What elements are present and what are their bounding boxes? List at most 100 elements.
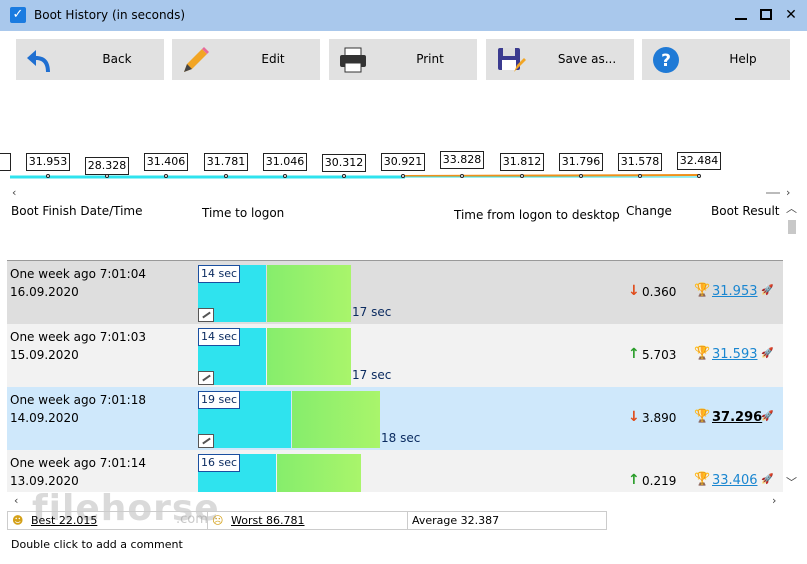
print-label: Print <box>416 52 444 66</box>
column-header-desktop[interactable]: Time from logon to desktop <box>454 208 620 222</box>
help-label: Help <box>729 52 757 66</box>
minimize-button[interactable] <box>730 5 752 25</box>
timeline-value[interactable]: 31.953 <box>26 153 70 171</box>
edit-label: Edit <box>261 52 285 66</box>
boot-result-link[interactable]: 33.406 <box>712 473 758 488</box>
best-cell[interactable]: ☻ Best 22.015 <box>8 512 208 529</box>
timeline-left-arrow[interactable]: ‹ <box>12 186 16 199</box>
table-row[interactable]: One week ago 7:01:18 14.09.2020 19 sec 18 s… <box>7 387 783 450</box>
scroll-up-arrow[interactable]: ︿ <box>786 200 797 216</box>
edit-button[interactable]: Edit <box>172 39 320 80</box>
column-header-change[interactable]: Change <box>626 204 672 218</box>
pencil-icon <box>184 47 209 72</box>
timeline-point <box>164 174 168 178</box>
svg-text:?: ? <box>661 51 671 71</box>
timeline-point <box>105 174 109 178</box>
desktop-time-label: 17 sec <box>352 368 392 382</box>
row-date-relative: One week ago 7:01:03 <box>10 330 146 344</box>
timeline-value[interactable]: 31.796 <box>559 153 603 171</box>
timeline-point <box>638 174 642 178</box>
average-cell: Average 32.387 <box>408 512 606 529</box>
timeline-value[interactable]: 33.828 <box>440 151 484 169</box>
rocket-icon: 🚀 <box>761 285 774 296</box>
app-check-icon: ✓ <box>10 7 26 23</box>
worst-cell[interactable]: ☹ Worst 86.781 <box>208 512 408 529</box>
toolbar: Back Edit Print Save as... ? Help <box>0 31 807 86</box>
boot-result-link[interactable]: 37.296 <box>712 410 762 425</box>
table-row[interactable]: One week ago 7:01:04 16.09.2020 14 sec 17 s… <box>7 261 783 324</box>
timeline-scroll-thumb[interactable] <box>766 192 780 194</box>
boot-history-list: One week ago 7:01:04 16.09.2020 14 sec 17 s… <box>7 260 783 492</box>
comment-icon[interactable] <box>198 308 214 322</box>
timeline-value[interactable]: 31.046 <box>263 153 307 171</box>
hscroll-right-arrow[interactable]: › <box>772 494 776 507</box>
row-date: 16.09.2020 <box>10 285 79 299</box>
back-button[interactable]: Back <box>16 39 164 80</box>
status-bar: ☻ Best 22.015 ☹ Worst 86.781 Average 32.… <box>7 511 607 530</box>
timeline-value[interactable]: 28.328 <box>85 157 129 175</box>
back-arrow-icon <box>27 50 50 72</box>
row-date-relative: One week ago 7:01:18 <box>10 393 146 407</box>
column-header-date[interactable]: Boot Finish Date/Time <box>11 204 143 218</box>
trophy-icon: 🏆 <box>694 409 711 424</box>
desktop-time-label: 17 sec <box>352 305 392 319</box>
printer-icon <box>340 47 366 73</box>
timeline-value[interactable]: 32.484 <box>677 152 721 170</box>
timeline-edge-box <box>0 153 11 171</box>
column-header-result[interactable]: Boot Result <box>711 204 780 218</box>
row-change: 3.890 <box>642 411 677 425</box>
row-change: 5.703 <box>642 348 677 362</box>
best-value[interactable]: Best 22.015 <box>31 512 97 529</box>
table-row[interactable]: One week ago 7:01:14 13.09.2020 16 sec ↑ 0.2… <box>7 450 783 492</box>
boot-timeline[interactable]: 31.953 28.328 31.406 31.781 31.046 30.312 30.9… <box>0 148 807 188</box>
timeline-value[interactable]: 31.812 <box>500 153 544 171</box>
scroll-thumb[interactable] <box>788 220 796 234</box>
hscroll-left-arrow[interactable]: ‹ <box>14 494 18 507</box>
column-header-logon[interactable]: Time to logon <box>202 206 284 220</box>
logon-time-label: 14 sec <box>198 265 241 283</box>
close-button[interactable]: ✕ <box>780 5 802 25</box>
timeline-value[interactable]: 31.578 <box>618 153 662 171</box>
maximize-icon <box>760 9 772 20</box>
timeline-value[interactable]: 30.921 <box>381 153 425 171</box>
scroll-down-arrow[interactable]: ﹀ <box>786 474 797 490</box>
row-change: 0.360 <box>642 285 677 299</box>
comment-icon[interactable] <box>198 371 214 385</box>
arrow-down-icon: ↓ <box>628 409 640 425</box>
window-title: Boot History (in seconds) <box>34 8 186 22</box>
arrow-up-icon: ↑ <box>628 472 640 488</box>
desktop-bar <box>267 265 351 322</box>
rocket-icon: 🚀 <box>761 474 774 485</box>
timeline-point <box>401 174 405 178</box>
boot-result-link[interactable]: 31.593 <box>712 347 758 362</box>
timeline-value[interactable]: 31.781 <box>204 153 248 171</box>
help-button[interactable]: ? Help <box>642 39 790 80</box>
timeline-point <box>224 174 228 178</box>
print-button[interactable]: Print <box>329 39 477 80</box>
table-row[interactable]: One week ago 7:01:03 15.09.2020 14 sec 17 s… <box>7 324 783 387</box>
timeline-value[interactable]: 30.312 <box>322 154 366 172</box>
row-date: 14.09.2020 <box>10 411 79 425</box>
comment-icon[interactable] <box>198 434 214 448</box>
maximize-button[interactable] <box>755 5 777 25</box>
timeline-right-arrow[interactable]: › <box>786 186 790 199</box>
sad-icon: ☹ <box>212 514 224 527</box>
boot-result-link[interactable]: 31.953 <box>712 284 758 299</box>
timeline-value[interactable]: 31.406 <box>144 153 188 171</box>
arrow-up-icon: ↑ <box>628 346 640 362</box>
vertical-scrollbar[interactable]: ︿ ﹀ <box>784 200 800 490</box>
smile-icon: ☻ <box>12 514 24 527</box>
timeline-point <box>283 174 287 178</box>
average-value: Average 32.387 <box>412 514 500 527</box>
timeline-point <box>520 174 524 178</box>
worst-value[interactable]: Worst 86.781 <box>231 512 305 529</box>
row-date: 13.09.2020 <box>10 474 79 488</box>
timeline-point <box>46 174 50 178</box>
title-bar: ✓ Boot History (in seconds) ✕ <box>0 0 807 31</box>
back-label: Back <box>102 52 132 66</box>
timeline-point <box>579 174 583 178</box>
trophy-icon: 🏆 <box>694 472 711 487</box>
desktop-bar <box>292 391 380 448</box>
save-as-button[interactable]: Save as... <box>486 39 634 80</box>
arrow-down-icon: ↓ <box>628 283 640 299</box>
